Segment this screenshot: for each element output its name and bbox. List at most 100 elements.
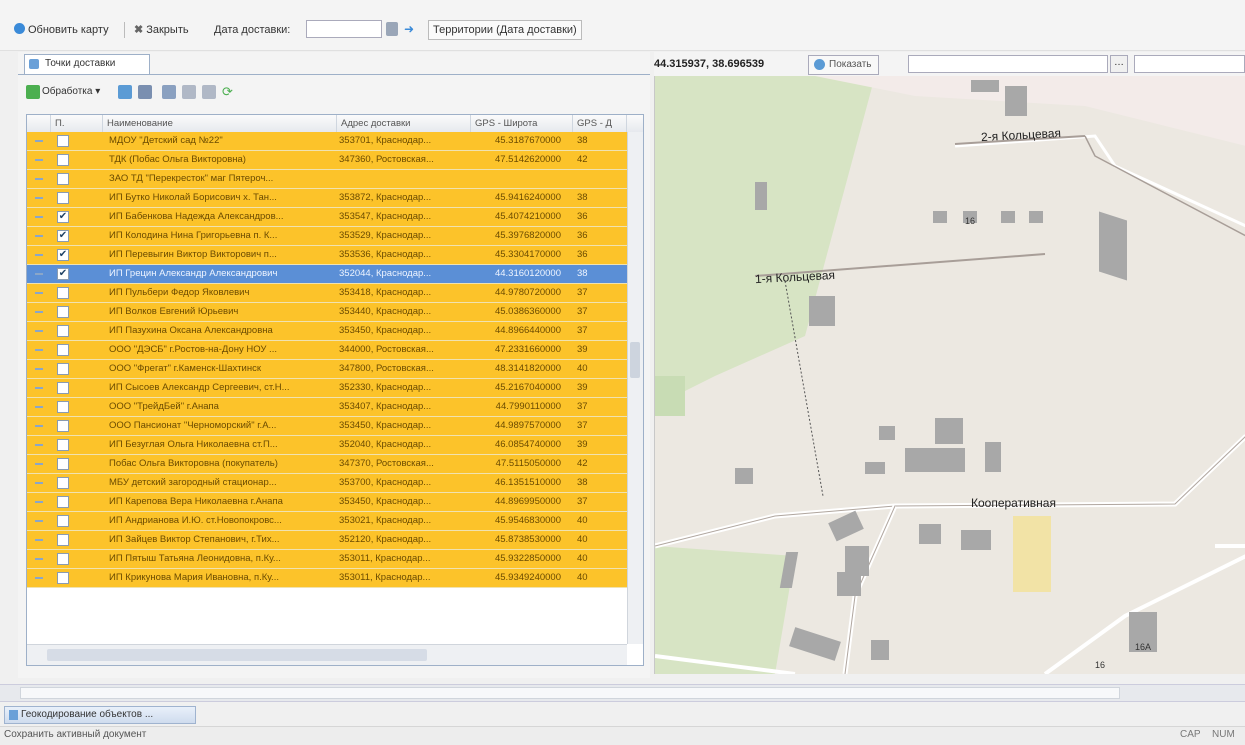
address-search-input[interactable]	[908, 55, 1108, 73]
filter-icon[interactable]	[182, 85, 196, 99]
table-row[interactable]: ИП Сысоев Александр Сергеевич, ст.Н... 35…	[27, 379, 627, 398]
table-row[interactable]: ✔ ИП Бабенкова Надежда Александров... 3535…	[27, 208, 627, 227]
table-row[interactable]: МБУ детский загородный стационар... 35370…	[27, 474, 627, 493]
address-cell: 352330, Краснодар...	[339, 382, 432, 393]
row-checkbox[interactable]: ✔	[57, 211, 69, 223]
row-checkbox[interactable]	[57, 344, 69, 356]
longitude-cell: 37	[577, 401, 588, 412]
table-row[interactable]: ИП Зайцев Виктор Степанович, г.Тих... 352…	[27, 531, 627, 550]
row-checkbox[interactable]: ✔	[57, 230, 69, 242]
column-header[interactable]: П.	[51, 115, 103, 132]
column-header[interactable]: GPS - Широта	[471, 115, 573, 132]
secondary-input[interactable]	[1134, 55, 1245, 73]
copy-icon[interactable]	[138, 85, 152, 99]
address-cell: 352120, Краснодар...	[339, 534, 432, 545]
table-row[interactable]: ИП Пульбери Федор Яковлевич 353418, Красн…	[27, 284, 627, 303]
table-row[interactable]: ИП Пятыш Татьяна Леонидовна, п.Ку... 3530…	[27, 550, 627, 569]
row-checkbox[interactable]	[57, 572, 69, 584]
row-checkbox[interactable]	[57, 325, 69, 337]
column-header[interactable]: Адрес доставки	[337, 115, 471, 132]
longitude-cell: 42	[577, 458, 588, 469]
table-row[interactable]: ИП Бутко Николай Борисович х. Тан... 3538…	[27, 189, 627, 208]
building	[1001, 211, 1015, 223]
table-row[interactable]: МДОУ "Детский сад №22" 353701, Краснодар.…	[27, 132, 627, 151]
green-area	[655, 76, 875, 406]
refresh-map-button[interactable]: Обновить карту	[14, 20, 109, 40]
table-row[interactable]: ИП Андрианова И.Ю. ст.Новопокровс... 3530…	[27, 512, 627, 531]
geocoding-window-tab[interactable]: Геокодирование объектов ...	[4, 706, 196, 724]
longitude-cell: 38	[577, 268, 588, 279]
table-row[interactable]: Побас Ольга Викторовна (покупатель) 34737…	[27, 455, 627, 474]
row-checkbox[interactable]	[57, 439, 69, 451]
processing-label: Обработка	[42, 86, 93, 97]
row-checkbox[interactable]	[57, 534, 69, 546]
refresh-icon[interactable]: ⟳	[222, 85, 236, 99]
browse-button[interactable]: …	[1110, 55, 1128, 73]
row-checkbox[interactable]: ✔	[57, 249, 69, 261]
row-checkbox[interactable]	[57, 192, 69, 204]
longitude-cell: 36	[577, 249, 588, 260]
vertical-scrollbar[interactable]	[627, 132, 643, 644]
name-cell: ИП Крикунова Мария Ивановна, п.Ку...	[109, 572, 279, 583]
table-row[interactable]: ✔ ИП Грецин Александр Александрович 352044…	[27, 265, 627, 284]
table-row[interactable]: ЗАО ТД "Перекресток" маг Пятероч...	[27, 170, 627, 189]
row-checkbox[interactable]	[57, 173, 69, 185]
table-row[interactable]: ✔ ИП Колодина Нина Григорьевна п. К... 353…	[27, 227, 627, 246]
map-pin-icon[interactable]	[118, 85, 132, 99]
horizontal-scrollbar[interactable]	[27, 644, 627, 665]
row-checkbox[interactable]	[57, 420, 69, 432]
row-checkbox[interactable]	[57, 496, 69, 508]
row-checkbox[interactable]	[57, 306, 69, 318]
clear-filter-icon[interactable]	[202, 85, 216, 99]
row-checkbox[interactable]	[57, 363, 69, 375]
territories-button[interactable]: Территории (Дата доставки)	[428, 20, 582, 40]
row-checkbox[interactable]: ✔	[57, 268, 69, 280]
house-number: 16А	[1135, 642, 1152, 652]
address-cell: 347360, Ростовская...	[339, 154, 434, 165]
row-checkbox[interactable]	[57, 458, 69, 470]
row-checkbox[interactable]	[57, 401, 69, 413]
scroll-thumb[interactable]	[47, 649, 427, 661]
building	[935, 418, 963, 444]
show-button[interactable]: Показать	[808, 55, 879, 75]
latitude-cell: 45.9349240000	[494, 572, 561, 583]
table-row[interactable]: ТДК (Побас Ольга Викторовна) 347360, Рост…	[27, 151, 627, 170]
row-checkbox[interactable]	[57, 515, 69, 527]
main-horizontal-scrollbar[interactable]	[0, 684, 1245, 702]
close-button[interactable]: ✖ Закрыть	[134, 20, 189, 40]
processing-menu-button[interactable]: Обработка ▾	[42, 84, 100, 100]
table-row[interactable]: ✔ ИП Перевыгин Виктор Викторович п... 3535…	[27, 246, 627, 265]
map-view[interactable]: 2-я Кольцевая 1-я Кольцевая Кооперативна…	[654, 76, 1245, 674]
grid-settings-icon[interactable]	[162, 85, 176, 99]
table-row[interactable]: ООО "ТрейдБей" г.Анапа 353407, Краснодар.…	[27, 398, 627, 417]
table-row[interactable]: ООО Пансионат "Черноморский" г.А... 35345…	[27, 417, 627, 436]
row-marker-icon	[35, 216, 43, 218]
row-checkbox[interactable]	[57, 553, 69, 565]
address-cell: 353011, Краснодар...	[339, 553, 431, 564]
latitude-cell: 45.9416240000	[494, 192, 561, 203]
row-checkbox[interactable]	[57, 477, 69, 489]
table-row[interactable]: ИП Волков Евгений Юрьевич 353440, Краснод…	[27, 303, 627, 322]
scroll-thumb[interactable]	[20, 687, 1120, 699]
table-row[interactable]: ИП Пазухина Оксана Александровна 353450, …	[27, 322, 627, 341]
row-checkbox[interactable]	[57, 135, 69, 147]
building	[1005, 86, 1027, 116]
calendar-icon[interactable]	[386, 22, 398, 36]
tab-delivery-points[interactable]: Точки доставки	[24, 54, 150, 74]
window-taskbar: Геокодирование объектов ...	[0, 704, 1245, 726]
row-marker-icon	[35, 159, 43, 161]
delivery-date-field[interactable]	[306, 20, 382, 38]
table-row[interactable]: ООО "Фрегат" г.Каменск-Шахтинск 347800, Р…	[27, 360, 627, 379]
table-row[interactable]: ИП Крикунова Мария Ивановна, п.Ку... 3530…	[27, 569, 627, 588]
column-header[interactable]: Наименование	[103, 115, 337, 132]
table-row[interactable]: ИП Безуглая Ольга Николаевна ст.П... 3520…	[27, 436, 627, 455]
row-checkbox[interactable]	[57, 382, 69, 394]
scroll-thumb[interactable]	[630, 342, 640, 378]
name-cell: ИП Андрианова И.Ю. ст.Новопокровс...	[109, 515, 282, 526]
column-header[interactable]: GPS - Д	[573, 115, 627, 132]
row-marker-icon	[35, 178, 43, 180]
table-row[interactable]: ИП Карепова Вера Николаевна г.Анапа 35345…	[27, 493, 627, 512]
table-row[interactable]: ООО "ДЭСБ" г.Ростов-на-Дону НОУ ... 34400…	[27, 341, 627, 360]
row-checkbox[interactable]	[57, 154, 69, 166]
row-checkbox[interactable]	[57, 287, 69, 299]
